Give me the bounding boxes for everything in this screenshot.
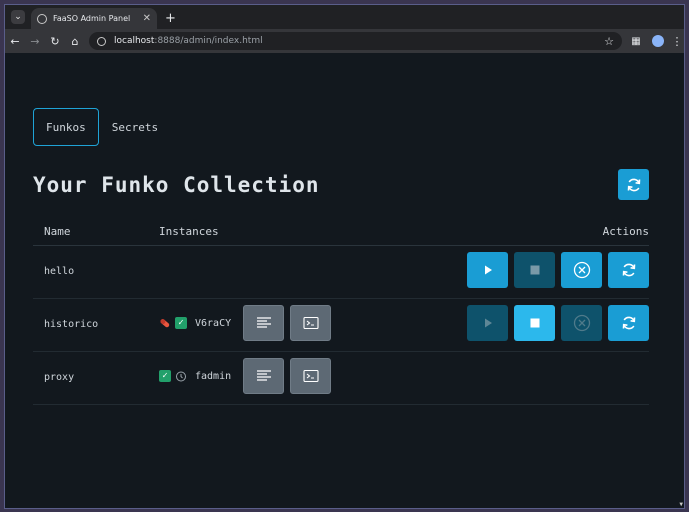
terminal-icon xyxy=(303,369,319,383)
logs-button[interactable] xyxy=(243,305,285,341)
cancel-circle-icon xyxy=(573,314,590,332)
terminal-button[interactable] xyxy=(290,305,332,341)
header-instances: Instances xyxy=(159,225,219,238)
restart-button[interactable] xyxy=(608,305,649,341)
forward-icon[interactable]: → xyxy=(25,35,45,48)
stop-icon xyxy=(530,265,539,275)
globe-icon xyxy=(37,13,47,24)
close-icon[interactable]: ✕ xyxy=(143,13,151,24)
address-bar[interactable]: localhost:8888/admin/index.html ☆ xyxy=(89,32,622,50)
logs-icon xyxy=(256,370,271,381)
play-icon xyxy=(484,265,492,275)
tab-funkos[interactable]: Funkos xyxy=(33,108,99,146)
refresh-all-button[interactable] xyxy=(618,169,649,200)
table-header: Name Instances Actions xyxy=(33,221,649,246)
refresh-icon xyxy=(622,263,635,277)
play-icon xyxy=(484,318,492,328)
info-icon[interactable] xyxy=(97,36,106,46)
refresh-icon xyxy=(627,178,640,191)
funko-name: proxy xyxy=(44,372,75,383)
reload-icon[interactable]: ↻ xyxy=(45,35,65,48)
scrollbar[interactable]: ▼ xyxy=(676,53,684,508)
table-row: hello xyxy=(33,246,649,299)
pill-icon xyxy=(159,317,171,329)
tab-search-icon[interactable]: ⌄ xyxy=(11,10,25,24)
stop-icon xyxy=(530,318,539,328)
url-host: localhost xyxy=(114,36,155,46)
row-actions xyxy=(461,305,649,341)
profile-avatar[interactable] xyxy=(652,35,664,47)
funko-table: Name Instances Actions hello historico ✓… xyxy=(33,221,649,405)
header-actions: Actions xyxy=(602,225,649,238)
stop-button[interactable] xyxy=(514,252,555,288)
tab-secrets[interactable]: Secrets xyxy=(99,108,171,146)
menu-kebab-icon[interactable]: ⋮ xyxy=(670,35,684,48)
new-tab-icon[interactable]: + xyxy=(165,11,176,26)
scroll-down-icon[interactable]: ▼ xyxy=(679,501,683,508)
row-actions xyxy=(461,252,649,288)
check-icon: ✓ xyxy=(159,370,171,382)
home-icon[interactable]: ⌂ xyxy=(65,35,85,48)
instance-list: ✓ V6raCY xyxy=(159,305,332,341)
browser-window: ⌄ FaaSO Admin Panel ✕ + ← → ↻ ⌂ localhos… xyxy=(4,4,685,509)
delete-button[interactable] xyxy=(561,252,602,288)
back-icon[interactable]: ← xyxy=(5,35,25,48)
instance-id: fadmin xyxy=(195,370,232,382)
bookmark-star-icon[interactable]: ☆ xyxy=(604,35,614,48)
terminal-icon xyxy=(303,316,319,330)
restart-button[interactable] xyxy=(608,252,649,288)
table-row: historico ✓ V6raCY xyxy=(33,299,649,352)
cancel-circle-icon xyxy=(573,261,590,279)
tab-strip: ⌄ FaaSO Admin Panel ✕ + xyxy=(5,5,684,29)
instance-list: ✓ fadmin xyxy=(159,358,332,394)
instance-id: V6raCY xyxy=(195,317,232,329)
stop-button[interactable] xyxy=(514,305,555,341)
section-tabs: Funkos Secrets xyxy=(33,108,171,146)
url-path: :8888/admin/index.html xyxy=(154,36,263,46)
tab-title: FaaSO Admin Panel xyxy=(53,14,131,23)
browser-toolbar: ← → ↻ ⌂ localhost:8888/admin/index.html … xyxy=(5,29,684,53)
header-name: Name xyxy=(44,225,71,238)
start-button[interactable] xyxy=(467,252,508,288)
logs-icon xyxy=(256,317,271,328)
page-title: Your Funko Collection xyxy=(33,173,320,197)
logs-button[interactable] xyxy=(243,358,285,394)
start-button[interactable] xyxy=(467,305,508,341)
extensions-icon[interactable]: ▦ xyxy=(626,36,646,47)
refresh-icon xyxy=(622,316,635,330)
funko-name: historico xyxy=(44,319,99,330)
delete-button[interactable] xyxy=(561,305,602,341)
funko-name: hello xyxy=(44,266,75,277)
check-icon: ✓ xyxy=(175,317,187,329)
browser-tab[interactable]: FaaSO Admin Panel ✕ xyxy=(31,8,157,29)
alarm-icon xyxy=(175,370,187,382)
terminal-button[interactable] xyxy=(290,358,332,394)
admin-page: Funkos Secrets Your Funko Collection Nam… xyxy=(5,53,684,508)
table-row: proxy ✓ fadmin xyxy=(33,352,649,405)
